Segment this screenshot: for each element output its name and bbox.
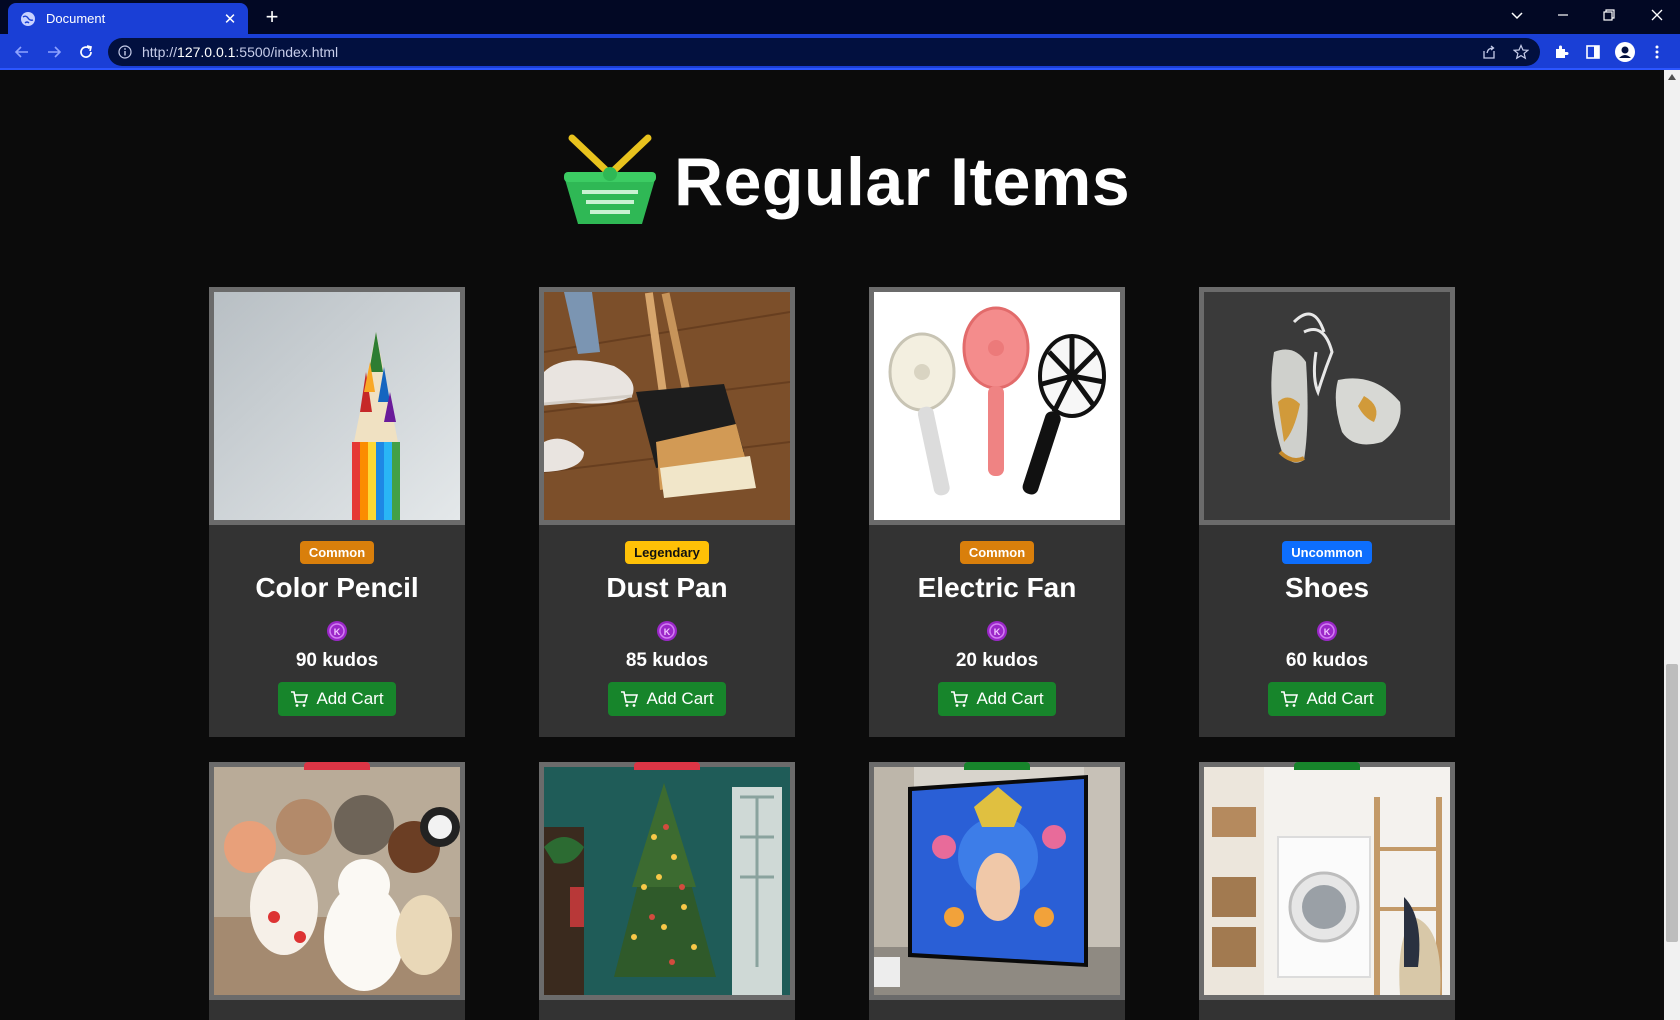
browser-tab-bar: Document ✕ + (0, 0, 1680, 34)
teddy-bears-image (214, 767, 460, 995)
item-card (869, 762, 1125, 1020)
address-bar[interactable]: http://127.0.0.1:5500/index.html (108, 38, 1540, 66)
add-cart-label: Add Cart (646, 689, 714, 708)
page-viewport: Regular Items Common Color Pencil K 90 k… (0, 70, 1664, 1020)
item-image (869, 287, 1125, 525)
dust-pan-image (544, 292, 790, 520)
item-name: Dust Pan (606, 572, 728, 603)
cart-icon (291, 691, 309, 707)
scroll-up-arrow-icon[interactable] (1668, 74, 1676, 80)
shoes-image (1204, 292, 1450, 520)
browser-toolbar: http://127.0.0.1:5500/index.html (0, 34, 1680, 70)
electric-fan-image (874, 292, 1120, 520)
cart-icon (1281, 691, 1299, 707)
rarity-badge (634, 762, 700, 770)
extensions-icon[interactable] (1549, 40, 1573, 64)
minimize-button[interactable] (1540, 0, 1586, 30)
add-cart-label: Add Cart (316, 689, 384, 708)
item-price: 90 kudos (295, 650, 379, 671)
item-image (209, 287, 465, 525)
item-name: Shoes (1284, 572, 1370, 603)
shopping-basket-icon (564, 134, 656, 224)
side-panel-icon[interactable] (1581, 40, 1605, 64)
close-tab-icon[interactable]: ✕ (222, 10, 238, 28)
color-pencils-image (214, 292, 460, 520)
cart-icon (621, 691, 639, 707)
item-card (539, 762, 795, 1020)
kudos-coin-icon: K (1317, 621, 1337, 641)
item-card: Uncommon Shoes K 60 kudos Add Cart (1199, 287, 1455, 737)
item-price: 60 kudos (1285, 650, 1369, 671)
scrollbar-thumb[interactable] (1666, 664, 1678, 942)
svg-text:K: K (994, 627, 1001, 637)
rarity-badge (964, 762, 1030, 770)
add-cart-label: Add Cart (976, 689, 1044, 708)
section-heading: Regular Items (560, 122, 1130, 242)
item-card: Common Color Pencil K 90 kudos Add Cart (209, 287, 465, 737)
reload-icon[interactable] (74, 40, 98, 64)
globe-icon (21, 11, 35, 26)
rarity-badge (1294, 762, 1360, 770)
item-card: Common Electric Fan K 20 kudos Add Cart (869, 287, 1125, 737)
christmas-tree-image (544, 767, 790, 995)
television-image (874, 767, 1120, 995)
washing-machine-image (1204, 767, 1450, 995)
item-name: Electric Fan (917, 572, 1077, 603)
item-card (209, 762, 465, 1020)
bookmark-star-icon[interactable] (1509, 40, 1533, 64)
rarity-badge: Uncommon (1282, 541, 1372, 564)
kudos-coin-icon: K (657, 621, 677, 641)
add-cart-button[interactable]: Add Cart (608, 682, 726, 716)
item-image (539, 287, 795, 525)
forward-arrow-icon[interactable] (42, 40, 66, 64)
svg-text:K: K (334, 627, 341, 637)
add-cart-label: Add Cart (1306, 689, 1374, 708)
cart-icon (951, 691, 969, 707)
url-text: http://127.0.0.1:5500/index.html (142, 44, 339, 60)
item-price: 20 kudos (955, 650, 1039, 671)
profile-avatar-icon[interactable] (1613, 40, 1637, 64)
close-window-button[interactable] (1634, 0, 1680, 30)
item-image (1199, 287, 1455, 525)
restore-button[interactable] (1586, 0, 1632, 30)
svg-text:K: K (1324, 627, 1331, 637)
kudos-coin-icon: K (327, 621, 347, 641)
new-tab-button[interactable]: + (260, 5, 284, 29)
rarity-badge: Legendary (625, 541, 709, 564)
tab-title: Document (46, 11, 106, 26)
item-image (539, 762, 795, 1000)
rarity-badge: Common (299, 541, 375, 564)
item-name: Color Pencil (255, 572, 419, 603)
add-cart-button[interactable]: Add Cart (1268, 682, 1386, 716)
item-image (869, 762, 1125, 1000)
menu-kebab-icon[interactable] (1645, 40, 1669, 64)
add-cart-button[interactable]: Add Cart (278, 682, 396, 716)
info-icon[interactable] (118, 45, 132, 59)
add-cart-button[interactable]: Add Cart (938, 682, 1056, 716)
item-card: Legendary Dust Pan K 85 kudos Add Cart (539, 287, 795, 737)
tab-search-icon[interactable] (1494, 0, 1540, 30)
page-title: Regular Items (674, 144, 1131, 220)
kudos-coin-icon: K (987, 621, 1007, 641)
share-icon[interactable] (1477, 40, 1501, 64)
browser-tab[interactable]: Document ✕ (8, 3, 248, 34)
svg-text:K: K (664, 627, 671, 637)
item-image (209, 762, 465, 1000)
back-arrow-icon[interactable] (10, 40, 34, 64)
rarity-badge: Common (959, 541, 1035, 564)
item-price: 85 kudos (625, 650, 709, 671)
rarity-badge (304, 762, 370, 770)
item-card (1199, 762, 1455, 1020)
item-image (1199, 762, 1455, 1000)
